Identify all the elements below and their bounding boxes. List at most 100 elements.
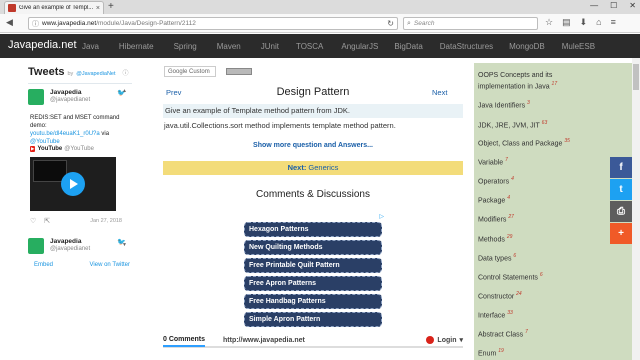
site-menu: Java Hibernate Spring Maven JUnit TOSCA … <box>82 34 595 58</box>
disqus-header: 0 Comments http://www.javapedia.net Logi… <box>163 334 463 348</box>
avatar[interactable] <box>28 89 44 105</box>
menu-icon[interactable]: ≡ <box>611 17 616 28</box>
comments-count-tab[interactable]: 0 Comments <box>163 333 206 347</box>
show-more-link[interactable]: Show more question and Answers... <box>163 142 463 149</box>
scroll-down-icon[interactable]: ▼ <box>122 242 127 248</box>
site-logo[interactable]: Javapedia.net <box>8 39 77 51</box>
comments-title: Comments & Discussions <box>256 189 370 200</box>
twitter-widget: Tweets by @JavapediaNet ⓘ Javapedia @jav… <box>28 66 132 254</box>
avatar[interactable] <box>28 238 44 254</box>
sidebar-item[interactable]: Modifiers 27 <box>478 213 578 224</box>
disqus-site-link[interactable]: http://www.javapedia.net <box>223 337 305 344</box>
sidebar-item[interactable]: Control Statements 6 <box>478 271 578 282</box>
tab-close-icon[interactable]: × <box>96 5 100 12</box>
new-tab-button[interactable]: + <box>108 1 114 13</box>
tweet-text: REDIS:SET and MSET command demo: youtu.b… <box>30 115 120 145</box>
download-icon[interactable]: ⬇ <box>580 17 588 28</box>
sidebar-item[interactable]: Package 4 <box>478 194 578 205</box>
google-custom-search-input[interactable]: Google Custom <box>164 66 216 77</box>
tweet-mention[interactable]: @YouTube <box>30 139 60 145</box>
sidebar-item[interactable]: Abstract Class 7 <box>478 328 578 339</box>
tweet-author-handle[interactable]: @javapedianet <box>50 246 90 252</box>
info-icon[interactable]: ⓘ <box>32 19 39 29</box>
menu-item-maven[interactable]: Maven <box>217 42 241 51</box>
back-arrow-icon[interactable]: ◀ <box>6 17 13 28</box>
view-on-twitter-link[interactable]: View on Twitter <box>90 262 130 268</box>
sidebar-item[interactable]: Enum 19 <box>478 347 578 358</box>
menu-item-java[interactable]: Java <box>82 42 99 51</box>
prev-link[interactable]: Prev <box>166 88 181 97</box>
close-window-button[interactable]: ✕ <box>629 0 636 12</box>
tweet-link[interactable]: youtu.be/dl4euaK1_r0U?a <box>30 131 100 137</box>
sidebar-item[interactable]: Variable 7 <box>478 156 578 167</box>
page-title: Design Pattern <box>276 86 350 98</box>
menu-item-muleesb[interactable]: MuleESB <box>562 42 595 51</box>
sidebar-item[interactable]: Interface 33 <box>478 309 578 320</box>
embed-link[interactable]: Embed <box>34 262 53 268</box>
login-badge-icon <box>426 336 435 344</box>
scroll-up-icon[interactable]: ▲ <box>122 88 127 94</box>
twitter-share-button[interactable]: t <box>610 179 632 200</box>
answer-text: java.util.Collections.sort method implem… <box>164 121 396 130</box>
next-link[interactable]: Next <box>432 88 447 97</box>
star-icon[interactable]: ☆ <box>545 17 553 28</box>
home-icon[interactable]: ⌂ <box>596 17 601 28</box>
tweet-author-name[interactable]: Javapedia <box>50 238 81 245</box>
maximize-button[interactable]: ☐ <box>610 0 617 12</box>
print-button[interactable]: ⎙ <box>610 201 632 222</box>
video-thumbnail[interactable] <box>30 157 116 211</box>
ad-link[interactable]: Simple Apron Pattern <box>244 312 382 327</box>
youtube-handle[interactable]: @YouTube <box>64 146 94 152</box>
sidebar-item[interactable]: Data types 6 <box>478 252 578 263</box>
sidebar-item[interactable]: JDK, JRE, JVM, JIT 63 <box>478 119 578 130</box>
facebook-share-button[interactable]: f <box>610 157 632 178</box>
menu-item-mongodb[interactable]: MongoDB <box>509 42 545 51</box>
menu-item-datastructures[interactable]: DataStructures <box>440 42 493 51</box>
info-icon[interactable]: ⓘ <box>123 68 129 77</box>
more-share-button[interactable]: + <box>610 223 632 244</box>
browser-search-bar[interactable]: ⌕ Search <box>403 17 538 30</box>
youtube-label[interactable]: YouTube <box>37 146 62 152</box>
menu-item-spring[interactable]: Spring <box>174 42 197 51</box>
ad-link[interactable]: New Quilting Methods <box>244 240 382 255</box>
tweets-scrollbar[interactable]: ▲ ▼ <box>122 88 127 252</box>
browser-tab-strip: Give an example of Templ... × + — ☐ ✕ <box>0 0 640 14</box>
menu-item-tosca[interactable]: TOSCA <box>296 42 323 51</box>
sidebar-item[interactable]: Constructor 24 <box>478 290 578 301</box>
window-controls: — ☐ ✕ <box>590 0 636 12</box>
tweet-author-name[interactable]: Javapedia <box>50 89 81 96</box>
sidebar-item[interactable]: OOPS Concepts and its implementation in … <box>478 71 578 91</box>
search-button[interactable] <box>226 68 252 75</box>
ad-link[interactable]: Free Printable Quilt Pattern <box>244 258 382 273</box>
url-text[interactable]: www.javapedia.net/module/Java/Design-Pat… <box>42 20 384 27</box>
play-icon[interactable] <box>61 172 85 196</box>
menu-item-angularjs[interactable]: AngularJS <box>341 42 378 51</box>
ad-link[interactable]: Hexagon Patterns <box>244 222 382 237</box>
address-bar[interactable]: ⓘ www.javapedia.net/module/Java/Design-P… <box>28 17 398 30</box>
search-icon: ⌕ <box>407 19 411 27</box>
adchoices-icon[interactable]: ▷ <box>379 213 384 220</box>
sidebar-item[interactable]: Object, Class and Package 35 <box>478 137 578 148</box>
menu-item-hibernate[interactable]: Hibernate <box>119 42 154 51</box>
ad-link[interactable]: Free Handbag Patterns <box>244 294 382 309</box>
menu-item-bigdata[interactable]: BigData <box>394 42 422 51</box>
ad-link[interactable]: Free Apron Patterns <box>244 276 382 291</box>
browser-tab[interactable]: Give an example of Templ... × <box>4 1 104 14</box>
sidebar-item[interactable]: Java Identifiers 3 <box>478 99 578 110</box>
like-icon[interactable]: ♡ <box>30 217 36 225</box>
tweet-date[interactable]: Jan 27, 2018 <box>90 218 122 224</box>
page-scrollbar[interactable] <box>632 58 640 360</box>
tweets-handle-link[interactable]: @JavapediaNet <box>76 71 115 77</box>
next-topic-banner: Next: Generics <box>163 161 463 175</box>
sidebar-item[interactable]: Operators 4 <box>478 175 578 186</box>
sidebar-item[interactable]: Methods 29 <box>478 233 578 244</box>
login-button[interactable]: Login ▾ <box>426 336 463 344</box>
reading-list-icon[interactable]: ▤ <box>562 17 571 28</box>
minimize-button[interactable]: — <box>590 0 598 12</box>
next-topic-link[interactable]: Generics <box>308 163 338 172</box>
tweet-author-handle[interactable]: @javapedianet <box>50 97 90 103</box>
share-icon[interactable]: ⇱ <box>44 217 50 225</box>
menu-item-junit[interactable]: JUnit <box>261 42 279 51</box>
scrollbar-thumb[interactable] <box>633 64 639 90</box>
reload-icon[interactable]: ↻ <box>387 19 394 28</box>
